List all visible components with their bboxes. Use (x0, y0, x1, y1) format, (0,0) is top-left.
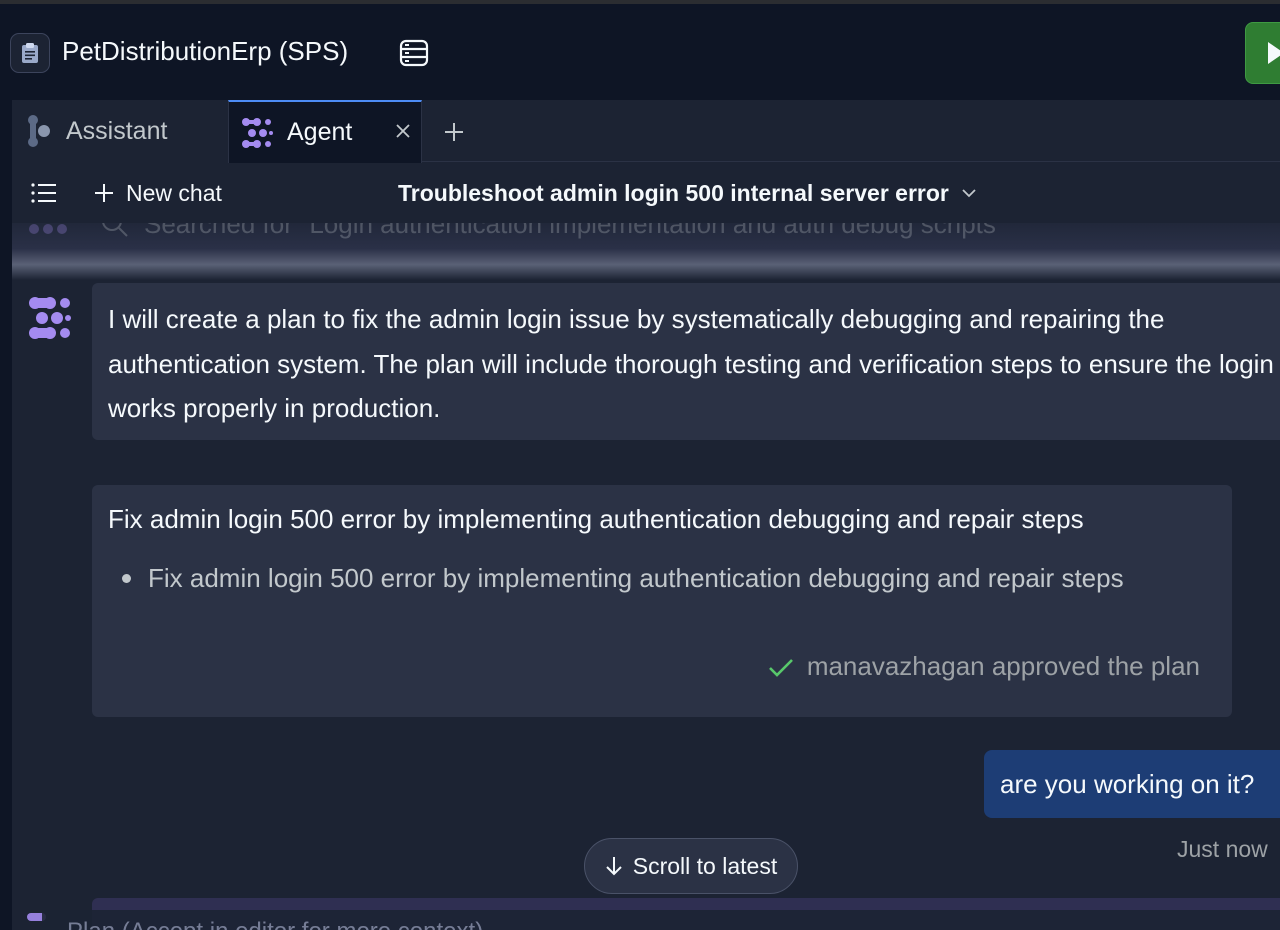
chat-title: Troubleshoot admin login 500 internal se… (398, 179, 949, 206)
message-timestamp: Just now (1177, 836, 1268, 862)
tab-bar: Assistant Agent (12, 100, 1280, 163)
plan-step: Fix admin login 500 error by implementin… (122, 563, 1124, 594)
add-tab-button[interactable] (440, 118, 468, 146)
tab-label: Assistant (66, 116, 168, 145)
chat-header: New chat Troubleshoot admin login 500 in… (12, 163, 1280, 223)
app-icon[interactable] (10, 33, 50, 73)
plan-step-text: Fix admin login 500 error by implementin… (148, 563, 1124, 593)
scroll-to-latest-button[interactable]: Scroll to latest (584, 838, 798, 894)
user-message: are you working on it? (984, 750, 1280, 818)
user-message-text: are you working on it? (1000, 768, 1255, 799)
app-title[interactable]: PetDistributionErp (SPS) (62, 36, 348, 67)
chevron-down-icon (962, 189, 976, 198)
new-chat-button[interactable]: New chat (94, 177, 222, 209)
plus-icon (95, 184, 113, 202)
plan-approval: manavazhagan approved the plan (767, 651, 1200, 682)
tab-assistant[interactable]: Assistant (12, 100, 228, 162)
tab-agent[interactable]: Agent (228, 100, 422, 163)
agent-message: I will create a plan to fix the admin lo… (92, 283, 1280, 440)
run-button[interactable] (1245, 22, 1280, 84)
next-message-text: Plan (Accept in editor for more context) (67, 918, 483, 930)
plan-card[interactable]: Fix admin login 500 error by implementin… (92, 485, 1232, 717)
plan-title: Fix admin login 500 error by implementin… (108, 504, 1084, 534)
assistant-panel: Assistant Agent New chat Troubleshoot ad… (12, 100, 1280, 930)
tab-label: Agent (287, 118, 353, 146)
checkmark-icon (768, 658, 793, 677)
plus-icon (445, 123, 463, 141)
arrow-down-icon (606, 857, 622, 876)
assistant-icon (28, 115, 50, 147)
new-chat-label: New chat (126, 179, 222, 206)
chat-list-icon[interactable] (30, 179, 58, 207)
agent-avatar-icon (29, 297, 71, 339)
approval-text: manavazhagan approved the plan (806, 651, 1200, 681)
scroll-to-latest-label: Scroll to latest (632, 852, 778, 879)
bullet (122, 574, 131, 583)
database-icon[interactable] (398, 37, 430, 69)
close-icon[interactable] (391, 119, 415, 143)
play-icon (1268, 42, 1280, 64)
clipboard-icon (22, 43, 38, 63)
chat-title-dropdown[interactable]: Troubleshoot admin login 500 internal se… (398, 177, 977, 209)
agent-icon (242, 117, 273, 148)
app-header: PetDistributionErp (SPS) (0, 4, 1280, 100)
agent-message-text: I will create a plan to fix the admin lo… (108, 304, 1274, 423)
